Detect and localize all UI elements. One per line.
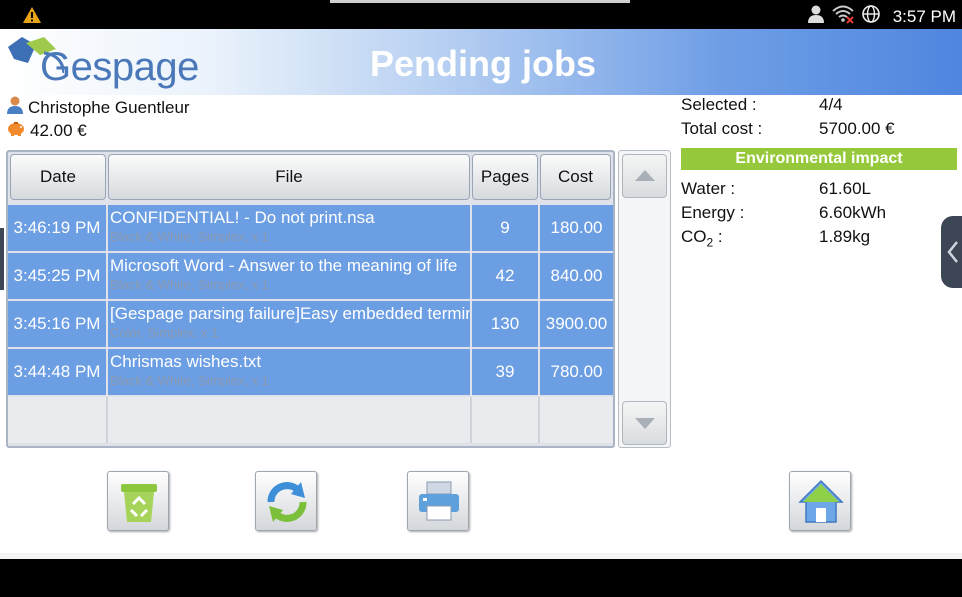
left-edge-handle	[0, 228, 4, 290]
user-name: Christophe Guentleur	[28, 97, 190, 117]
printer-icon	[419, 481, 459, 521]
table-row[interactable]: 3:45:25 PM Microsoft Word - Answer to th…	[8, 253, 613, 299]
job-cost: 180.00	[540, 205, 613, 251]
job-file-name: [Gespage parsing failure]Easy embedded t…	[110, 304, 472, 323]
job-time: 3:44:48 PM	[8, 349, 108, 395]
total-cost-label: Total cost :	[681, 119, 763, 138]
total-cost-value: 5700.00 €	[819, 119, 895, 138]
water-label: Water :	[681, 179, 736, 198]
water-value: 61.60L	[819, 179, 871, 198]
delete-jobs-button[interactable]	[107, 471, 169, 531]
co2-label: CO2 :	[681, 227, 723, 250]
job-time: 3:45:16 PM	[8, 301, 108, 347]
scroll-up-button[interactable]	[622, 154, 667, 198]
job-file-name: Microsoft Word - Answer to the meaning o…	[110, 256, 458, 275]
side-panel-handle[interactable]	[941, 216, 962, 288]
table-scrollbar	[618, 150, 671, 448]
empty-cell	[108, 397, 472, 443]
user-name-row: Christophe Guentleur	[6, 95, 190, 120]
app-window: Gespage Pending jobs Christophe Guentleu…	[0, 29, 962, 559]
column-header-pages[interactable]: Pages	[472, 154, 538, 200]
table-row[interactable]: 3:44:48 PM Chrismas wishes.txt Black & W…	[8, 349, 613, 395]
job-time: 3:45:25 PM	[8, 253, 108, 299]
home-button[interactable]	[789, 471, 851, 531]
environmental-impact-header: Environmental impact	[681, 148, 957, 170]
job-file-options: Black & White, Simplex, x 1	[110, 373, 269, 388]
job-pages: 39	[472, 349, 540, 395]
empty-table-row	[8, 397, 613, 443]
job-file-options: Color, Simplex, x 1	[110, 325, 219, 340]
user-icon	[6, 95, 24, 120]
job-file-options: Black & White, Simplex, x 1	[110, 229, 269, 244]
energy-label: Energy :	[681, 203, 745, 222]
energy-value: 6.60kWh	[819, 203, 887, 222]
status-bar-indicator-line	[330, 0, 630, 3]
job-file: [Gespage parsing failure]Easy embedded t…	[108, 301, 472, 347]
refresh-button[interactable]	[255, 471, 317, 531]
column-header-file[interactable]: File	[108, 154, 470, 200]
empty-cell	[540, 397, 613, 443]
job-file: Chrismas wishes.txt Black & White, Simpl…	[108, 349, 472, 395]
job-file: Microsoft Word - Answer to the meaning o…	[108, 253, 472, 299]
empty-cell	[472, 397, 540, 443]
selected-label: Selected :	[681, 95, 757, 114]
header-bar: Gespage Pending jobs	[0, 29, 962, 95]
arrow-down-icon	[635, 418, 655, 429]
job-time: 3:46:19 PM	[8, 205, 108, 251]
job-file-name: Chrismas wishes.txt	[110, 352, 262, 371]
user-icon	[807, 4, 825, 29]
wifi-off-icon	[831, 4, 855, 29]
globe-icon	[861, 4, 881, 29]
clock: 3:57 PM	[892, 6, 956, 26]
job-file-options: Black & White, Simplex, x 1	[110, 277, 269, 292]
empty-cell	[8, 397, 108, 443]
pending-jobs-table: Date File Pages Cost 3:46:19 PM CONFIDEN…	[6, 150, 615, 448]
table-row[interactable]: 3:45:16 PM [Gespage parsing failure]Easy…	[8, 301, 613, 347]
side-handle-icon	[947, 241, 958, 263]
job-pages: 42	[472, 253, 540, 299]
refresh-icon	[267, 482, 307, 522]
navigation-bar	[0, 559, 962, 597]
scroll-down-button[interactable]	[622, 401, 667, 445]
job-cost: 3900.00	[540, 301, 613, 347]
status-bar: 3:57 PM	[0, 0, 962, 29]
table-row[interactable]: 3:46:19 PM CONFIDENTIAL! - Do not print.…	[8, 205, 613, 251]
job-pages: 130	[472, 301, 540, 347]
print-button[interactable]	[407, 471, 469, 531]
job-pages: 9	[472, 205, 540, 251]
job-cost: 840.00	[540, 253, 613, 299]
user-balance-row: 42.00 €	[6, 119, 87, 142]
job-cost: 780.00	[540, 349, 613, 395]
page-title: Pending jobs	[369, 43, 596, 84]
column-header-date[interactable]: Date	[10, 154, 106, 200]
co2-value: 1.89kg	[819, 227, 871, 246]
selected-value: 4/4	[819, 95, 843, 114]
warning-icon	[22, 6, 42, 29]
home-icon	[798, 479, 844, 523]
job-file: CONFIDENTIAL! - Do not print.nsa Black &…	[108, 205, 472, 251]
job-file-name: CONFIDENTIAL! - Do not print.nsa	[110, 208, 375, 227]
arrow-up-icon	[635, 170, 655, 181]
user-balance: 42.00 €	[30, 120, 87, 140]
recycle-bin-icon	[121, 484, 157, 522]
column-header-cost[interactable]: Cost	[540, 154, 611, 200]
piggy-bank-icon	[6, 119, 26, 142]
